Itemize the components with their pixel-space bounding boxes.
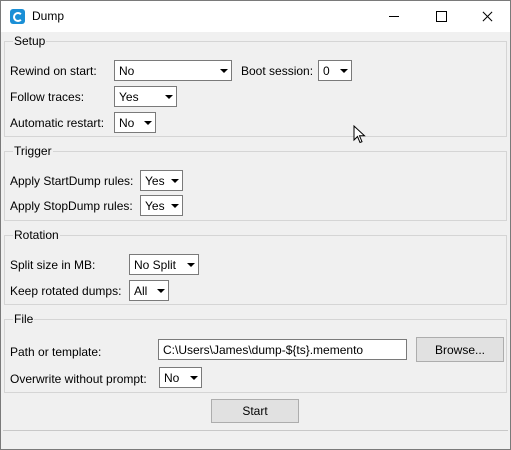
chevron-down-icon[interactable]: [153, 281, 168, 300]
boot-session-select[interactable]: 0: [318, 60, 352, 81]
dump-window: Dump Setup Rewind on start: No Boot sess…: [0, 0, 511, 450]
chevron-down-icon[interactable]: [167, 171, 182, 190]
path-template-input[interactable]: [159, 340, 406, 359]
title-bar[interactable]: Dump: [1, 1, 510, 32]
chevron-down-icon[interactable]: [183, 255, 198, 274]
follow-traces-label: Follow traces:: [10, 90, 85, 104]
chevron-down-icon[interactable]: [161, 87, 176, 106]
file-legend: File: [13, 312, 35, 326]
chevron-down-icon[interactable]: [186, 368, 201, 387]
mouse-pointer-icon: [353, 125, 366, 144]
follow-traces-value: Yes: [119, 90, 139, 104]
rewind-on-start-value: No: [119, 64, 135, 78]
apply-stopdump-label: Apply StopDump rules:: [10, 199, 133, 213]
minimize-button[interactable]: [371, 1, 417, 32]
maximize-icon: [436, 11, 447, 22]
file-group: File Path or template: Browse... Overwri…: [4, 312, 507, 393]
keep-rotated-label: Keep rotated dumps:: [10, 284, 122, 298]
start-button[interactable]: Start: [211, 399, 299, 423]
setup-group: Setup Rewind on start: No Boot session: …: [4, 34, 507, 137]
apply-stopdump-select[interactable]: Yes: [140, 195, 183, 216]
apply-stopdump-value: Yes: [145, 199, 165, 213]
rotation-group: Rotation Split size in MB: No Split Keep…: [4, 228, 507, 305]
overwrite-prompt-value: No: [164, 371, 180, 385]
chevron-down-icon[interactable]: [336, 61, 351, 80]
status-bar: [3, 430, 508, 449]
split-size-value: No Split: [134, 258, 177, 272]
minimize-icon: [389, 16, 399, 17]
browse-button[interactable]: Browse...: [416, 337, 504, 362]
app-icon: [10, 9, 25, 24]
automatic-restart-select[interactable]: No: [114, 112, 156, 133]
keep-rotated-select[interactable]: All: [129, 280, 169, 301]
keep-rotated-value: All: [134, 284, 148, 298]
split-size-select[interactable]: No Split: [129, 254, 199, 275]
overwrite-prompt-label: Overwrite without prompt:: [10, 372, 147, 386]
follow-traces-select[interactable]: Yes: [114, 86, 177, 107]
trigger-group: Trigger Apply StartDump rules: Yes Apply…: [4, 144, 507, 221]
apply-startdump-value: Yes: [145, 174, 165, 188]
setup-legend: Setup: [13, 34, 47, 48]
chevron-down-icon[interactable]: [140, 113, 155, 132]
overwrite-prompt-select[interactable]: No: [159, 367, 202, 388]
rewind-on-start-label: Rewind on start:: [10, 64, 97, 78]
maximize-button[interactable]: [417, 1, 463, 32]
apply-startdump-label: Apply StartDump rules:: [10, 174, 134, 188]
chevron-down-icon[interactable]: [167, 196, 182, 215]
path-template-field[interactable]: [158, 339, 407, 360]
rotation-legend: Rotation: [13, 228, 60, 242]
trigger-legend: Trigger: [13, 144, 53, 158]
chevron-down-icon[interactable]: [216, 61, 231, 80]
automatic-restart-value: No: [119, 116, 135, 130]
automatic-restart-label: Automatic restart:: [10, 116, 105, 130]
boot-session-label: Boot session:: [241, 64, 314, 78]
apply-startdump-select[interactable]: Yes: [140, 170, 183, 191]
rewind-on-start-select[interactable]: No: [114, 60, 232, 81]
boot-session-value: 0: [323, 64, 330, 78]
split-size-label: Split size in MB:: [10, 258, 96, 272]
close-button[interactable]: [464, 1, 510, 32]
path-template-label: Path or template:: [10, 345, 102, 359]
window-title: Dump: [32, 9, 65, 23]
